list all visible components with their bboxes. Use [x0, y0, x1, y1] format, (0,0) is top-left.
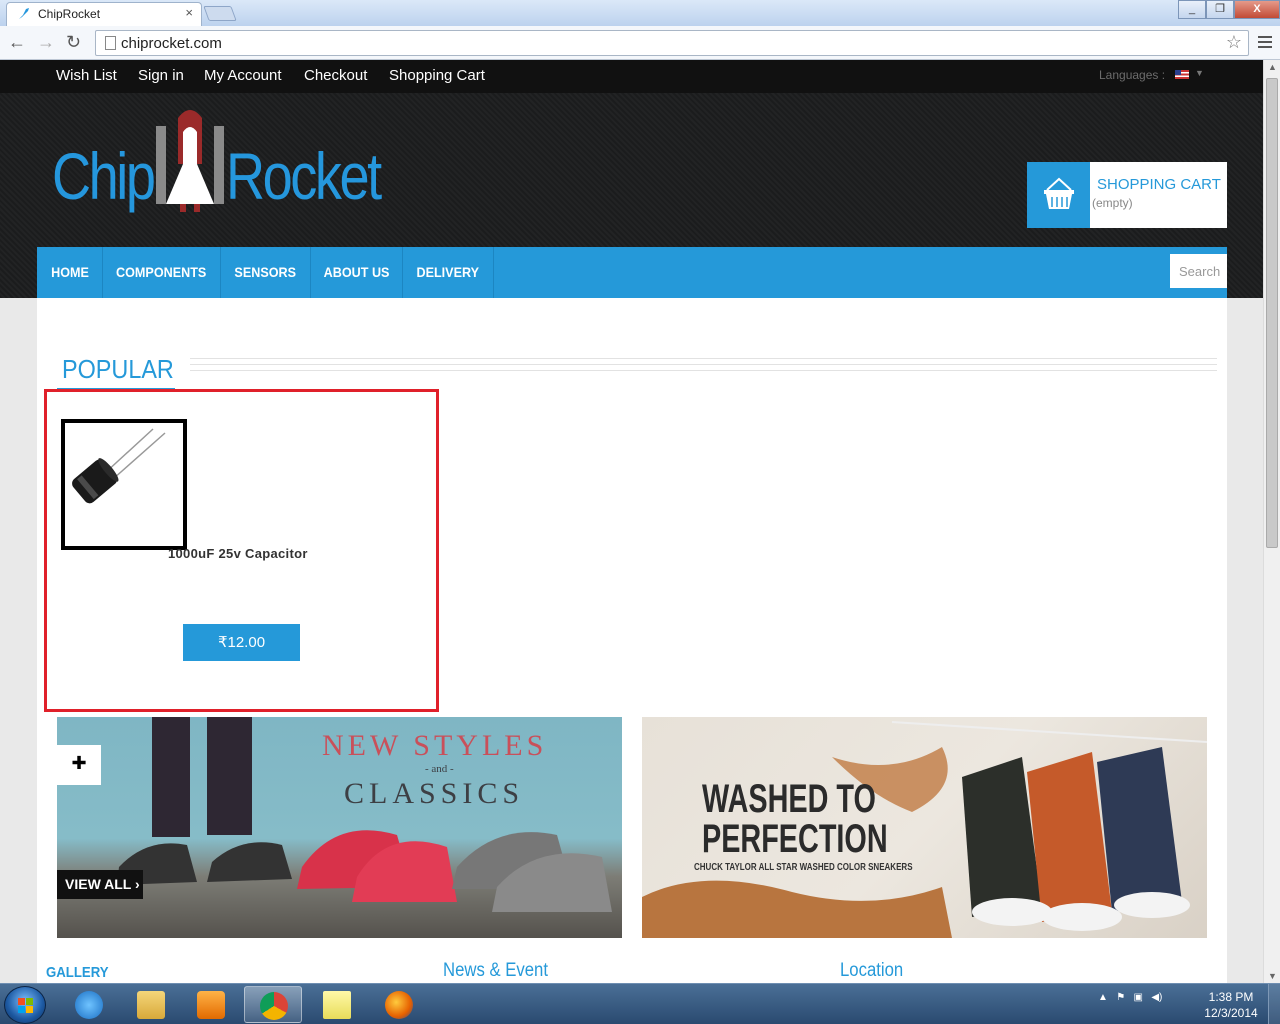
site-logo[interactable]: Chip Rocket	[52, 104, 382, 224]
explorer-taskbar-button[interactable]	[122, 986, 180, 1023]
start-button[interactable]	[4, 986, 46, 1024]
firefox-icon	[385, 991, 413, 1019]
basket-icon	[1044, 177, 1074, 209]
window-controls: _ ❐ X	[1178, 0, 1280, 19]
wish-list-link[interactable]: Wish List	[56, 67, 117, 84]
bookmark-star-icon[interactable]: ☆	[1226, 32, 1242, 53]
main-content: POPULAR 1000uF 25v Capacitor ₹12.00 ✚ NE…	[37, 298, 1227, 983]
nav-delivery[interactable]: DELIVERY	[403, 247, 494, 298]
cart-icon-box	[1027, 162, 1090, 228]
product-image[interactable]	[61, 419, 187, 550]
product-price-button[interactable]: ₹12.00	[183, 624, 300, 661]
media-player-icon	[197, 991, 225, 1019]
back-arrow-icon[interactable]: ←	[8, 32, 26, 53]
top-links-bar: Wish List Sign in My Account Checkout Sh…	[0, 60, 1263, 93]
search-input[interactable]: Search	[1170, 254, 1227, 288]
main-navigation: HOME COMPONENTS SENSORS ABOUT US DELIVER…	[37, 247, 1227, 298]
page-icon	[105, 36, 116, 50]
divider	[190, 364, 1217, 365]
sign-in-link[interactable]: Sign in	[138, 67, 184, 84]
checkout-link[interactable]: Checkout	[304, 67, 367, 84]
show-desktop-button[interactable]	[1268, 984, 1280, 1024]
location-heading: Location	[840, 960, 904, 981]
new-styles-banner[interactable]: ✚ NEW STYLES - and - CLASSICS VIEW ALL ›	[57, 717, 622, 938]
cart-status: (empty)	[1092, 196, 1133, 210]
languages-label[interactable]: Languages :	[1099, 68, 1165, 82]
site-header: Wish List Sign in My Account Checkout Sh…	[0, 60, 1263, 298]
url-text: chiprocket.com	[121, 35, 222, 52]
scroll-down-icon[interactable]: ▼	[1268, 971, 1277, 981]
chevron-down-icon[interactable]: ▼	[1195, 68, 1204, 78]
nav-components[interactable]: COMPONENTS	[103, 247, 221, 298]
reload-icon[interactable]: ↻	[66, 32, 81, 53]
product-name-link[interactable]: 1000uF 25v Capacitor	[168, 546, 308, 561]
sticky-notes-taskbar-button[interactable]	[308, 986, 366, 1023]
address-bar[interactable]: chiprocket.com ☆	[95, 30, 1249, 56]
rocket-logo-icon	[156, 110, 224, 212]
nav-sensors[interactable]: SENSORS	[221, 247, 311, 298]
washed-to-perfection-banner[interactable]: WASHED TO PERFECTION CHUCK TAYLOR ALL ST…	[642, 717, 1207, 938]
cart-title: SHOPPING CART	[1097, 176, 1221, 193]
browser-titlebar: ChipRocket × _ ❐ X	[0, 0, 1280, 26]
view-all-button[interactable]: VIEW ALL ›	[57, 870, 143, 899]
shopping-cart-link[interactable]: Shopping Cart	[389, 67, 485, 84]
firefox-taskbar-button[interactable]	[370, 986, 428, 1023]
forward-arrow-icon[interactable]: →	[37, 32, 55, 53]
browser-toolbar: ← → ↻ chiprocket.com ☆	[0, 26, 1280, 60]
taskbar-clock[interactable]: 1:38 PM 12/3/2014	[1196, 989, 1266, 1021]
page-viewport: Wish List Sign in My Account Checkout Sh…	[0, 60, 1263, 983]
logo-text-chip: Chip	[52, 139, 156, 213]
nav-about-us[interactable]: ABOUT US	[311, 247, 403, 298]
news-event-heading: News & Event	[443, 960, 549, 981]
banner-headline: WASHED TO PERFECTION	[702, 777, 888, 861]
internet-explorer-icon	[75, 991, 103, 1019]
sneakers-image	[117, 717, 612, 912]
popular-heading: POPULAR	[62, 354, 174, 384]
media-player-taskbar-button[interactable]	[182, 986, 240, 1023]
windows-taskbar: ▲ ⚑ ▣ ◀) 1:38 PM 12/3/2014	[0, 983, 1280, 1024]
shopping-cart-widget[interactable]: SHOPPING CART (empty)	[1027, 162, 1227, 228]
divider	[190, 358, 1217, 359]
close-window-button[interactable]: X	[1234, 0, 1280, 19]
rocket-favicon-icon	[19, 8, 29, 19]
tab-title: ChipRocket	[38, 7, 101, 21]
nav-home[interactable]: HOME	[37, 247, 103, 298]
folder-icon	[137, 991, 165, 1019]
sticky-notes-icon	[323, 991, 351, 1019]
us-flag-icon[interactable]	[1175, 70, 1189, 79]
my-account-link[interactable]: My Account	[204, 67, 282, 84]
minimize-button[interactable]: _	[1178, 0, 1206, 19]
tab-close-icon[interactable]: ×	[185, 5, 193, 20]
divider	[190, 370, 1217, 371]
chrome-icon	[260, 992, 288, 1020]
capacitor-image	[72, 428, 166, 504]
maximize-button[interactable]: ❐	[1206, 0, 1234, 19]
vertical-scrollbar[interactable]: ▲ ▼	[1263, 60, 1280, 983]
chrome-taskbar-button[interactable]	[244, 986, 302, 1023]
browser-tab[interactable]: ChipRocket ×	[6, 2, 202, 26]
new-tab-button[interactable]	[203, 6, 237, 21]
banner-subtitle: CHUCK TAYLOR ALL STAR WASHED COLOR SNEAK…	[694, 862, 913, 873]
scroll-up-icon[interactable]: ▲	[1268, 62, 1277, 72]
gallery-heading: GALLERY	[46, 964, 109, 981]
browser-menu-icon[interactable]	[1258, 36, 1272, 50]
system-tray[interactable]: ▲ ⚑ ▣ ◀)	[1098, 992, 1162, 1003]
scroll-thumb[interactable]	[1266, 78, 1278, 548]
windows-logo-icon	[18, 998, 33, 1013]
logo-text-rocket: Rocket	[226, 139, 382, 213]
ie-taskbar-button[interactable]	[60, 986, 118, 1023]
